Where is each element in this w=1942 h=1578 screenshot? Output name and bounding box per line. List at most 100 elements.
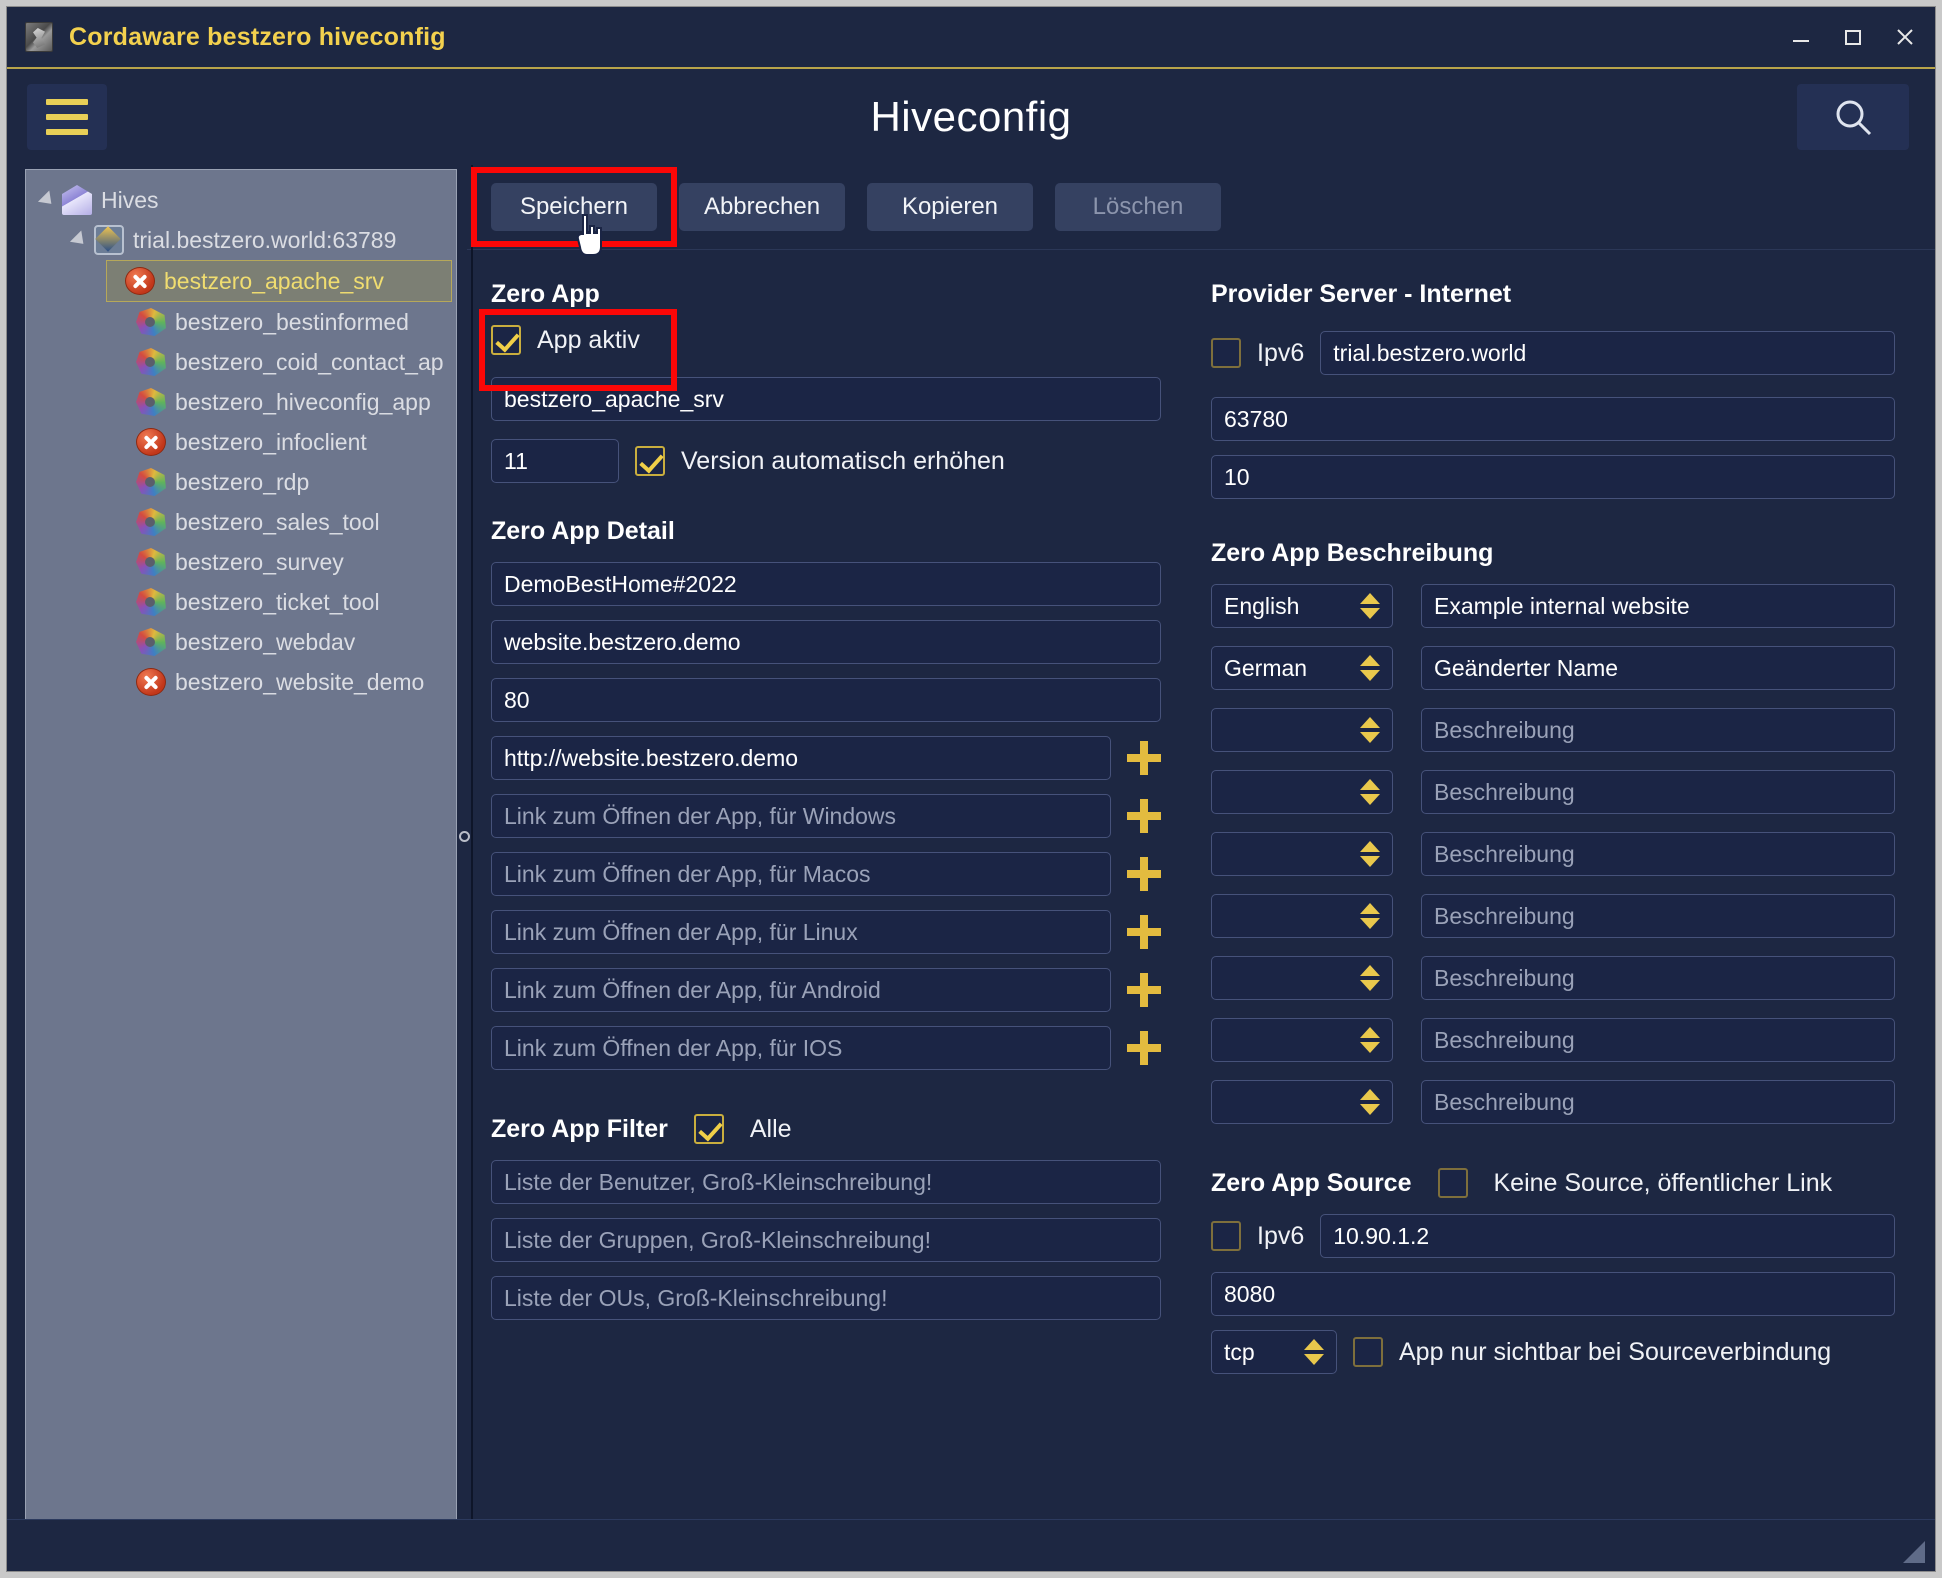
beschreibung-language-select-3[interactable] bbox=[1211, 770, 1393, 814]
app-name-input[interactable]: bestzero_apache_srv bbox=[491, 377, 1161, 421]
beschreibung-text-input-2[interactable]: Beschreibung bbox=[1421, 708, 1895, 752]
copy-button[interactable]: Kopieren bbox=[867, 183, 1033, 231]
tree-item-bestzero-infoclient[interactable]: bestzero_infoclient bbox=[26, 422, 456, 462]
cancel-button[interactable]: Abbrechen bbox=[679, 183, 845, 231]
tree-item-bestzero-webdav[interactable]: bestzero_webdav bbox=[26, 622, 456, 662]
detail-link-linux-input[interactable]: Link zum Öffnen der App, für Linux bbox=[491, 910, 1111, 954]
beschreibung-text-input-0[interactable]: Example internal website bbox=[1421, 584, 1895, 628]
beschreibung-language-select-8[interactable] bbox=[1211, 1080, 1393, 1124]
source-protocol-select[interactable]: tcp bbox=[1211, 1330, 1337, 1374]
app-logo-icon bbox=[25, 22, 53, 52]
spinner-arrows-icon[interactable] bbox=[1360, 655, 1380, 681]
detail-row: Link zum Öffnen der App, für IOS bbox=[491, 1026, 1161, 1070]
close-icon[interactable] bbox=[1879, 14, 1931, 60]
source-port-input[interactable]: 8080 bbox=[1211, 1272, 1895, 1316]
tree-item-bestzero-apache-srv[interactable]: bestzero_apache_srv bbox=[106, 260, 452, 302]
beschreibung-text-input-8[interactable]: Beschreibung bbox=[1421, 1080, 1895, 1124]
add-icon[interactable] bbox=[1127, 1031, 1161, 1065]
beschreibung-row: Beschreibung bbox=[1211, 956, 1895, 1000]
spinner-arrows-icon[interactable] bbox=[1304, 1339, 1324, 1365]
detail-host-input[interactable]: website.bestzero.demo bbox=[491, 620, 1161, 664]
beschreibung-language-select-2[interactable] bbox=[1211, 708, 1393, 752]
beschreibung-text-input-4[interactable]: Beschreibung bbox=[1421, 832, 1895, 876]
expand-arrow-icon[interactable] bbox=[69, 230, 94, 250]
spinner-arrows-icon[interactable] bbox=[1360, 1089, 1380, 1115]
status-bar bbox=[7, 1519, 1935, 1571]
save-button-wrap: Speichern bbox=[471, 167, 677, 256]
search-icon[interactable] bbox=[1797, 84, 1909, 150]
source-ipv6-checkbox[interactable] bbox=[1211, 1221, 1241, 1251]
auto-version-checkbox[interactable] bbox=[635, 446, 665, 476]
tree-item-bestzero-hiveconfig-app[interactable]: bestzero_hiveconfig_app bbox=[26, 382, 456, 422]
spinner-arrows-icon[interactable] bbox=[1360, 965, 1380, 991]
detail-port-input[interactable]: 80 bbox=[491, 678, 1161, 722]
add-icon[interactable] bbox=[1127, 741, 1161, 775]
splitter-handle[interactable] bbox=[459, 831, 470, 842]
tree-node-hives[interactable]: Hives bbox=[26, 180, 456, 220]
spinner-arrows-icon[interactable] bbox=[1360, 841, 1380, 867]
detail-link-macos-input[interactable]: Link zum Öffnen der App, für Macos bbox=[491, 852, 1111, 896]
hives-tree[interactable]: Hives trial.bestzero.world:63789 bestzer… bbox=[25, 169, 457, 1545]
add-icon[interactable] bbox=[1127, 857, 1161, 891]
filter-users-input[interactable]: Liste der Benutzer, Groß-Kleinschreibung… bbox=[491, 1160, 1161, 1204]
detail-link-windows-input[interactable]: Link zum Öffnen der App, für Windows bbox=[491, 794, 1111, 838]
beschreibung-language-select-5[interactable] bbox=[1211, 894, 1393, 938]
no-source-label: Keine Source, öffentlicher Link bbox=[1493, 1168, 1833, 1197]
app-aktiv-checkbox[interactable] bbox=[491, 325, 521, 355]
tree-item-bestzero-ticket-tool[interactable]: bestzero_ticket_tool bbox=[26, 582, 456, 622]
spinner-arrows-icon[interactable] bbox=[1360, 717, 1380, 743]
tree-item-bestzero-website-demo[interactable]: bestzero_website_demo bbox=[26, 662, 456, 702]
detail-row: http://website.bestzero.demo bbox=[491, 736, 1161, 780]
app-version-input[interactable]: 11 bbox=[491, 439, 619, 483]
source-host-input[interactable]: 10.90.1.2 bbox=[1320, 1214, 1895, 1258]
spinner-arrows-icon[interactable] bbox=[1360, 1027, 1380, 1053]
add-icon[interactable] bbox=[1127, 915, 1161, 949]
beschreibung-text-input-7[interactable]: Beschreibung bbox=[1421, 1018, 1895, 1062]
expand-arrow-icon[interactable] bbox=[37, 190, 62, 210]
beschreibung-language-select-6[interactable] bbox=[1211, 956, 1393, 1000]
filter-ous-input[interactable]: Liste der OUs, Groß-Kleinschreibung! bbox=[491, 1276, 1161, 1320]
detail-link-ios-input[interactable]: Link zum Öffnen der App, für IOS bbox=[491, 1026, 1111, 1070]
save-button[interactable]: Speichern bbox=[491, 183, 657, 231]
beschreibung-language-select-1[interactable]: German bbox=[1211, 646, 1393, 690]
detail-link-android-input[interactable]: Link zum Öffnen der App, für Android bbox=[491, 968, 1111, 1012]
filter-alle-label: Alle bbox=[749, 1114, 792, 1143]
provider-port-input[interactable]: 63780 bbox=[1211, 397, 1895, 441]
beschreibung-language-select-0[interactable]: English bbox=[1211, 584, 1393, 628]
tree-item-bestzero-coid-contact-ap[interactable]: bestzero_coid_contact_ap bbox=[26, 342, 456, 382]
tree-item-bestzero-sales-tool[interactable]: bestzero_sales_tool bbox=[26, 502, 456, 542]
detail-url-input[interactable]: http://website.bestzero.demo bbox=[491, 736, 1111, 780]
resize-grip-icon[interactable] bbox=[1903, 1541, 1925, 1563]
app-icon bbox=[136, 468, 166, 496]
add-icon[interactable] bbox=[1127, 799, 1161, 833]
provider-ipv6-checkbox[interactable] bbox=[1211, 338, 1241, 368]
beschreibung-text-input-5[interactable]: Beschreibung bbox=[1421, 894, 1895, 938]
beschreibung-text-input-6[interactable]: Beschreibung bbox=[1421, 956, 1895, 1000]
tree-item-bestzero-rdp[interactable]: bestzero_rdp bbox=[26, 462, 456, 502]
beschreibung-text-input-3[interactable]: Beschreibung bbox=[1421, 770, 1895, 814]
spinner-arrows-icon[interactable] bbox=[1360, 593, 1380, 619]
filter-groups-input[interactable]: Liste der Gruppen, Groß-Kleinschreibung! bbox=[491, 1218, 1161, 1262]
filter-alle-checkbox[interactable] bbox=[693, 1114, 724, 1144]
minimize-icon[interactable] bbox=[1775, 14, 1827, 60]
zero-app-filter-section-title: Zero App Filter bbox=[491, 1114, 668, 1143]
delete-button[interactable]: Löschen bbox=[1055, 183, 1221, 231]
tree-item-bestzero-survey[interactable]: bestzero_survey bbox=[26, 542, 456, 582]
tree-node-server[interactable]: trial.bestzero.world:63789 bbox=[26, 220, 456, 260]
maximize-icon[interactable] bbox=[1827, 14, 1879, 60]
hamburger-icon[interactable] bbox=[27, 84, 107, 150]
no-source-checkbox[interactable] bbox=[1437, 1168, 1468, 1198]
beschreibung-language-select-7[interactable] bbox=[1211, 1018, 1393, 1062]
panel-divider bbox=[471, 165, 473, 1519]
detail-name-input[interactable]: DemoBestHome#2022 bbox=[491, 562, 1161, 606]
spinner-arrows-icon[interactable] bbox=[1360, 903, 1380, 929]
tree-item-bestzero-bestinformed[interactable]: bestzero_bestinformed bbox=[26, 302, 456, 342]
provider-host-input[interactable]: trial.bestzero.world bbox=[1320, 331, 1895, 375]
beschreibung-text-input-1[interactable]: Geänderter Name bbox=[1421, 646, 1895, 690]
add-icon[interactable] bbox=[1127, 973, 1161, 1007]
visible-only-checkbox[interactable] bbox=[1353, 1337, 1383, 1367]
spinner-arrows-icon[interactable] bbox=[1360, 779, 1380, 805]
beschreibung-language-select-4[interactable] bbox=[1211, 832, 1393, 876]
beschreibung-row: Beschreibung bbox=[1211, 1018, 1895, 1062]
provider-extra-input[interactable]: 10 bbox=[1211, 455, 1895, 499]
